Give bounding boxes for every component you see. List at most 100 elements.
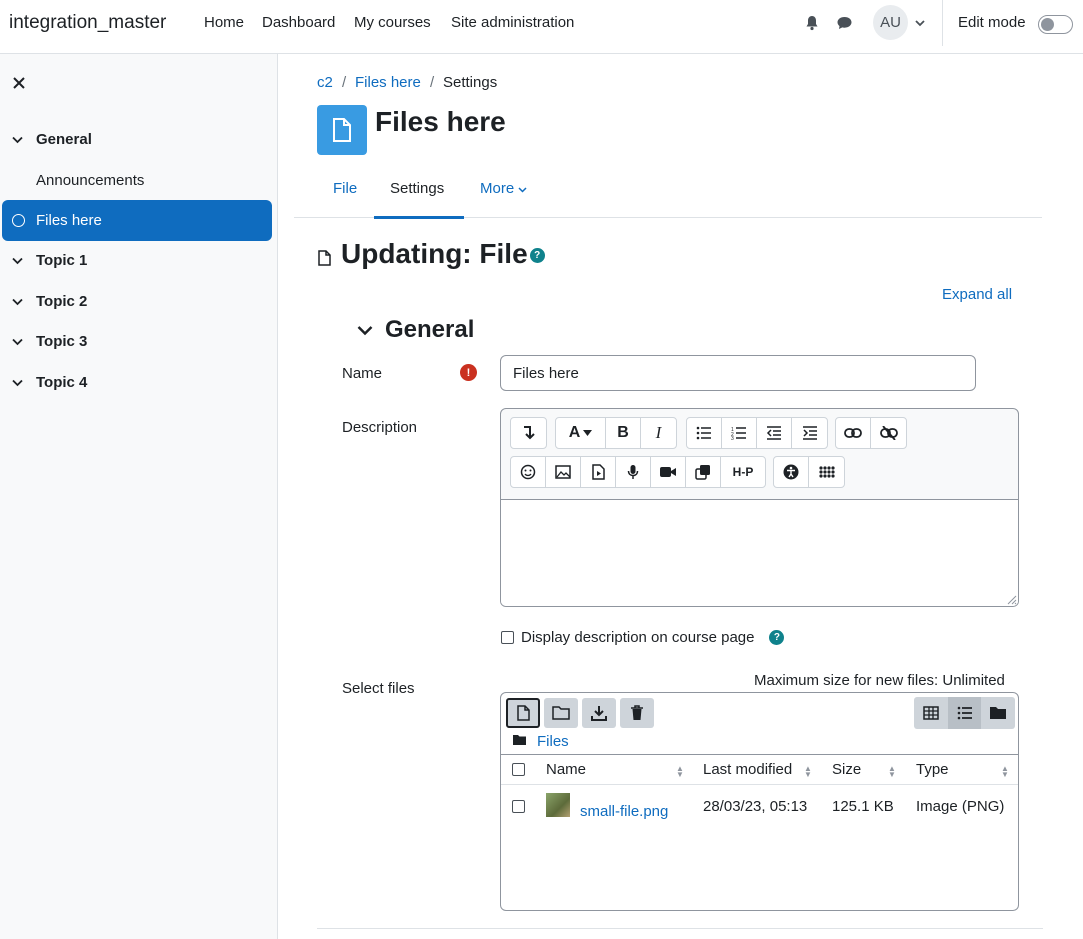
edit-mode-toggle[interactable]	[1038, 15, 1073, 34]
microphone-icon[interactable]	[616, 457, 651, 487]
toolbar-group-media: H-P	[510, 456, 766, 488]
nav-site-administration[interactable]: Site administration	[451, 14, 574, 31]
font-style-icon[interactable]: A	[556, 418, 606, 448]
video-icon[interactable]	[651, 457, 686, 487]
file-module-icon	[317, 105, 367, 155]
tree-view-folder-icon[interactable]	[981, 697, 1015, 729]
sort-icon[interactable]: ▲ ▼	[676, 765, 684, 779]
grid-view-icon[interactable]	[914, 697, 948, 729]
unordered-list-icon[interactable]	[687, 418, 722, 448]
create-folder-button[interactable]	[544, 698, 578, 728]
file-size: 125.1 KB	[832, 798, 894, 815]
form-heading: Updating: File?	[341, 238, 545, 270]
breadcrumb-activity[interactable]: Files here	[355, 74, 421, 91]
emoji-icon[interactable]	[511, 457, 546, 487]
section-header-general[interactable]: General	[357, 316, 474, 344]
activity-announcements[interactable]: Announcements	[36, 172, 144, 189]
ordered-list-icon[interactable]: 123	[722, 418, 757, 448]
description-textarea[interactable]	[501, 499, 1018, 606]
file-name-link[interactable]: small-file.png	[580, 803, 668, 820]
completion-circle-icon	[12, 214, 25, 227]
breadcrumb-separator: /	[342, 74, 347, 91]
section-topic-1[interactable]: Topic 1	[12, 252, 87, 269]
chevron-down-icon	[357, 326, 373, 336]
chevron-down-icon[interactable]	[12, 333, 28, 350]
user-avatar[interactable]: AU	[873, 5, 908, 40]
toolbar-group-tools	[773, 456, 845, 488]
activity-files-here[interactable]: Files here	[2, 200, 272, 241]
sort-icon[interactable]: ▲ ▼	[804, 765, 812, 779]
download-button[interactable]	[582, 698, 616, 728]
nav-home[interactable]: Home	[204, 14, 244, 31]
download-icon	[591, 706, 607, 721]
add-file-button[interactable]	[506, 698, 540, 728]
messages-icon[interactable]	[835, 14, 853, 32]
file-modified: 28/03/23, 05:13	[703, 798, 808, 815]
help-icon[interactable]: ?	[769, 630, 785, 645]
h5p-icon[interactable]: H-P	[721, 457, 765, 487]
file-thumbnail[interactable]	[546, 793, 570, 817]
sort-icon[interactable]: ▲ ▼	[1001, 765, 1009, 779]
column-header-last-modified[interactable]: Last modified	[703, 761, 792, 778]
page-title: Files here	[375, 106, 506, 137]
bell-icon[interactable]	[803, 14, 821, 32]
media-file-icon[interactable]	[581, 457, 616, 487]
toolbar-toggle-icon[interactable]	[511, 418, 546, 448]
expand-all-link[interactable]: Expand all	[942, 286, 1012, 303]
section-divider	[317, 928, 1043, 929]
section-topic-2[interactable]: Topic 2	[12, 293, 87, 310]
file-icon	[516, 705, 530, 721]
unlink-icon[interactable]	[871, 418, 906, 448]
folder-path-files[interactable]: Files	[537, 733, 569, 750]
folder-icon	[512, 734, 526, 746]
tab-file[interactable]: File	[333, 180, 357, 197]
files-table-divider	[501, 754, 1018, 755]
column-header-name[interactable]: Name	[546, 761, 586, 778]
breadcrumb-course[interactable]: c2	[317, 74, 333, 91]
image-icon[interactable]	[546, 457, 581, 487]
list-view-icon[interactable]	[947, 697, 982, 729]
chevron-down-icon[interactable]	[913, 15, 927, 31]
column-header-size[interactable]: Size	[832, 761, 861, 778]
nav-my-courses[interactable]: My courses	[354, 14, 431, 31]
help-icon[interactable]: ?	[529, 248, 545, 264]
indent-icon[interactable]	[792, 418, 827, 448]
section-topic-4[interactable]: Topic 4	[12, 374, 87, 391]
select-all-checkbox[interactable]	[512, 763, 525, 776]
checkbox-icon[interactable]	[501, 631, 514, 644]
column-header-type[interactable]: Type	[916, 761, 949, 778]
svg-text:3: 3	[731, 436, 734, 440]
close-icon[interactable]	[10, 74, 28, 92]
required-icon: !	[460, 364, 477, 381]
header-row-border	[501, 784, 1018, 785]
sort-icon[interactable]: ▲ ▼	[888, 765, 896, 779]
name-input[interactable]	[500, 355, 976, 391]
chevron-down-icon[interactable]	[12, 252, 28, 269]
section-topic-3[interactable]: Topic 3	[12, 333, 87, 350]
description-label: Description	[342, 419, 418, 436]
outdent-icon[interactable]	[757, 418, 792, 448]
italic-icon[interactable]: I	[641, 418, 676, 448]
section-general[interactable]: General	[12, 131, 92, 148]
breadcrumb-separator: /	[430, 74, 435, 91]
accessibility-icon[interactable]	[774, 457, 809, 487]
delete-button[interactable]	[620, 698, 654, 728]
manage-files-icon[interactable]	[686, 457, 721, 487]
chevron-down-icon[interactable]	[12, 374, 28, 391]
description-editor: A B I 123 H-P	[500, 408, 1019, 607]
top-navbar: integration_master Home Dashboard My cou…	[0, 0, 1083, 54]
more-tools-icon[interactable]	[809, 457, 844, 487]
edit-mode-label: Edit mode	[958, 14, 1026, 31]
chevron-down-icon[interactable]	[12, 293, 28, 310]
chevron-down-icon[interactable]	[12, 131, 28, 148]
file-row-checkbox[interactable]	[512, 800, 525, 813]
tab-more[interactable]: More	[480, 180, 527, 197]
active-tab-indicator	[374, 216, 464, 219]
main-content: c2 / Files here / Settings Files here Fi…	[278, 54, 1083, 939]
display-description-checkbox[interactable]: Display description on course page ?	[501, 629, 785, 646]
site-name[interactable]: integration_master	[9, 12, 166, 34]
nav-dashboard[interactable]: Dashboard	[262, 14, 335, 31]
bold-icon[interactable]: B	[606, 418, 641, 448]
link-icon[interactable]	[836, 418, 871, 448]
tab-settings[interactable]: Settings	[390, 180, 444, 197]
